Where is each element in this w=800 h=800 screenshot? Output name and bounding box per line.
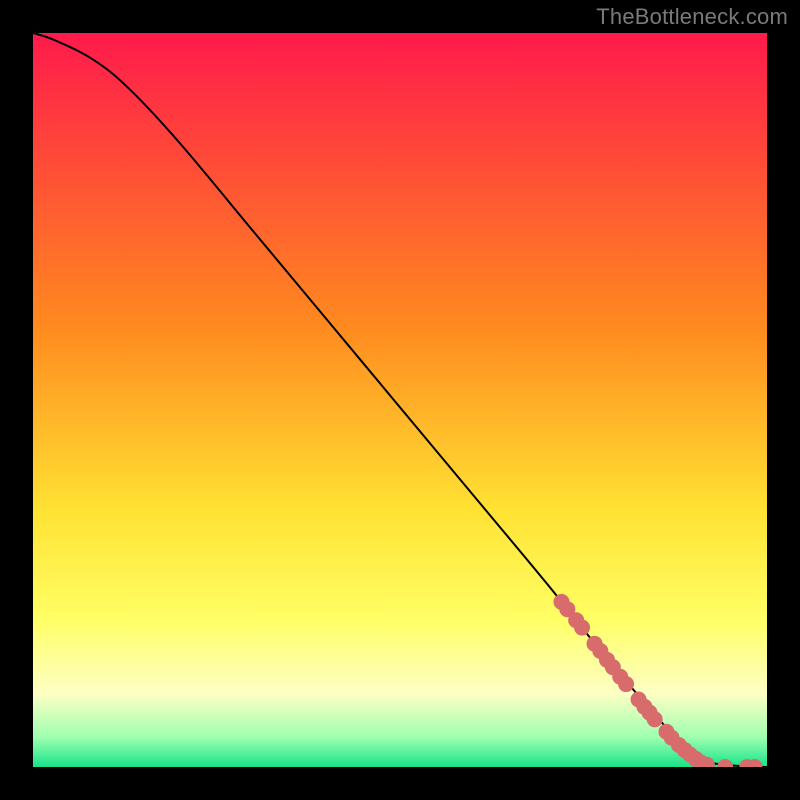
data-marker [647, 711, 663, 727]
chart-frame: TheBottleneck.com [0, 0, 800, 800]
data-marker [574, 620, 590, 636]
plot-area [33, 33, 767, 767]
chart-svg [33, 33, 767, 767]
attribution-label: TheBottleneck.com [596, 4, 788, 30]
data-marker [618, 676, 634, 692]
gradient-background [33, 33, 767, 767]
